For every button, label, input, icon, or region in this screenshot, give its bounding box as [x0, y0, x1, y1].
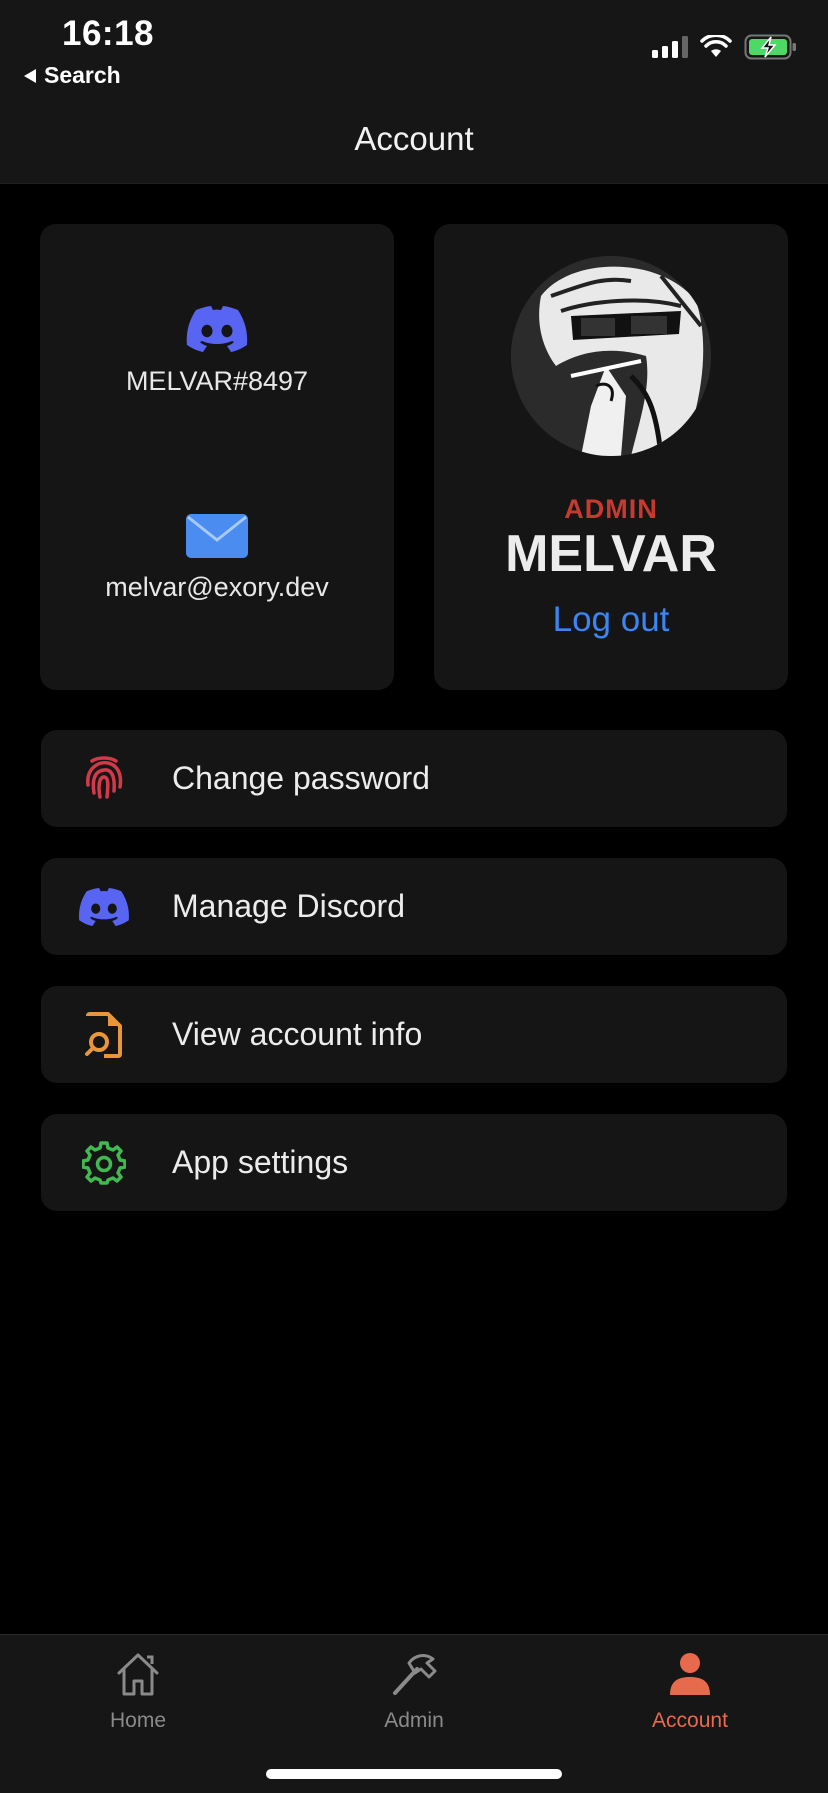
menu-label: Change password	[172, 760, 430, 796]
hammer-icon	[387, 1647, 441, 1701]
avatar[interactable]	[511, 256, 711, 456]
discord-icon	[77, 880, 131, 934]
tab-account-label: Account	[652, 1709, 728, 1732]
username: MELVAR	[505, 525, 717, 583]
discord-tag: MELVAR#8497	[125, 366, 309, 396]
status-icons	[652, 34, 798, 60]
menu-label: Manage Discord	[172, 888, 405, 924]
battery-charging-icon	[744, 34, 796, 60]
document-search-icon	[77, 1008, 131, 1062]
manage-discord-button[interactable]: Manage Discord	[41, 858, 787, 955]
fingerprint-icon	[77, 752, 131, 806]
discord-icon	[186, 306, 248, 352]
mail-icon	[186, 514, 248, 558]
tab-account[interactable]: Account	[552, 1635, 828, 1755]
page-title: Account	[354, 120, 474, 157]
contact-card: MELVAR#8497 melvar@exory.dev	[40, 224, 394, 690]
home-indicator	[266, 1769, 562, 1779]
discord-contact: MELVAR#8497	[40, 306, 394, 397]
signal-icon	[652, 36, 688, 58]
gear-icon	[77, 1136, 131, 1190]
profile-card: ADMIN MELVAR Log out	[434, 224, 788, 690]
back-arrow-icon	[24, 68, 36, 83]
back-to-search-button[interactable]: Search	[24, 62, 121, 89]
app-settings-button[interactable]: App settings	[41, 1114, 787, 1211]
tab-home-label: Home	[109, 1709, 167, 1732]
email-contact: melvar@exory.dev	[40, 514, 394, 603]
tab-admin[interactable]: Admin	[276, 1635, 552, 1755]
change-password-button[interactable]: Change password	[41, 730, 787, 827]
menu-label: App settings	[172, 1144, 349, 1180]
status-time: 16:18	[62, 14, 155, 53]
person-icon	[663, 1647, 717, 1701]
role-label: ADMIN	[564, 494, 658, 524]
tab-home[interactable]: Home	[0, 1635, 276, 1755]
tab-admin-label: Admin	[384, 1709, 444, 1732]
email-address: melvar@exory.dev	[105, 572, 329, 602]
top-bar: 16:18 Search Account	[0, 0, 828, 184]
back-label: Search	[44, 62, 121, 88]
wifi-icon	[700, 35, 732, 57]
menu-label: View account info	[172, 1016, 423, 1052]
logout-button[interactable]: Log out	[434, 600, 788, 640]
home-icon	[111, 1647, 165, 1701]
avatar-illustration	[511, 256, 711, 456]
view-account-info-button[interactable]: View account info	[41, 986, 787, 1083]
